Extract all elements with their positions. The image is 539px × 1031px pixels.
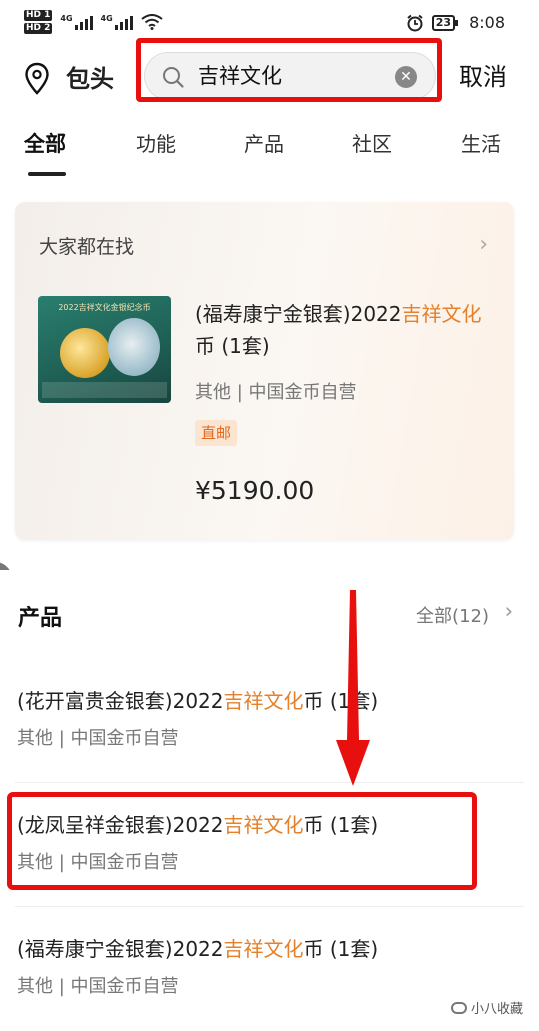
signal-icon-2: 4G (101, 14, 133, 30)
direct-mail-badge: 直邮 (195, 420, 238, 446)
clock: 8:08 (469, 13, 505, 32)
product-title: (花开富贵金银套)2022吉祥文化币 (1套) (17, 689, 379, 713)
product-meta: 其他 | 中国金币自营 (17, 976, 179, 997)
location-pin-icon[interactable] (24, 62, 50, 96)
header-area: HD 1 HD 2 4G 4G 23 8:08 包头 吉祥文化 ✕ 取消 全部 … (0, 0, 539, 570)
hd1-badge: HD 1 (24, 10, 53, 21)
chevron-right-icon[interactable]: › (479, 232, 488, 257)
tab-life[interactable]: 生活 (461, 126, 501, 162)
annotation-box-item (7, 792, 477, 890)
recommend-heading: 大家都在找 (39, 236, 135, 258)
hd2-badge: HD 2 (24, 23, 53, 34)
alarm-icon (407, 14, 423, 31)
recommend-title[interactable]: (福寿康宁金银套)2022吉祥文化币 (1套) (195, 298, 495, 362)
recommend-price: ¥5190.00 (195, 476, 315, 505)
tab-community[interactable]: 社区 (352, 126, 392, 162)
red-arrow-annotation (336, 590, 370, 786)
divider (15, 906, 524, 907)
category-tabs: 全部 功能 产品 社区 生活 (0, 126, 539, 178)
products-view-all[interactable]: 全部(12) (416, 602, 489, 628)
recommend-meta: 其他 | 中国金币自营 (195, 382, 357, 403)
product-meta: 其他 | 中国金币自营 (17, 728, 179, 749)
status-left: HD 1 HD 2 4G 4G (24, 10, 163, 34)
tab-products[interactable]: 产品 (244, 126, 284, 162)
products-heading: 产品 (18, 606, 63, 631)
city-selector[interactable]: 包头 (66, 62, 114, 96)
annotation-box-search (136, 38, 442, 102)
signal-icon: 4G (60, 14, 93, 30)
thumbnail-strip (42, 382, 167, 398)
thumbnail-caption: 2022吉祥文化金银纪念币 (58, 303, 151, 312)
silver-coin-image (108, 318, 160, 376)
product-thumbnail[interactable]: 2022吉祥文化金银纪念币 (38, 296, 171, 403)
product-title: (福寿康宁金银套)2022吉祥文化币 (1套) (17, 937, 379, 961)
watermark: 小八收藏 (450, 998, 523, 1017)
chevron-right-icon[interactable]: › (505, 599, 513, 623)
tab-features[interactable]: 功能 (136, 126, 176, 162)
recommend-card[interactable]: 大家都在找 › 2022吉祥文化金银纪念币 (福寿康宁金银套)2022吉祥文化币… (15, 202, 514, 540)
status-right: 23 8:08 (406, 13, 505, 32)
battery-icon: 23 (431, 14, 459, 31)
cancel-button[interactable]: 取消 (459, 60, 507, 94)
tab-all[interactable]: 全部 (24, 126, 66, 162)
products-section: 产品 全部(12) › (花开富贵金银套)2022吉祥文化币 (1套) 其他 |… (0, 570, 539, 1031)
gold-coin-image (60, 328, 110, 378)
divider (15, 782, 524, 783)
active-tab-indicator (28, 172, 66, 176)
wifi-icon (141, 14, 163, 30)
hd-indicator: HD 1 HD 2 (24, 10, 53, 34)
wechat-icon (450, 1001, 467, 1014)
